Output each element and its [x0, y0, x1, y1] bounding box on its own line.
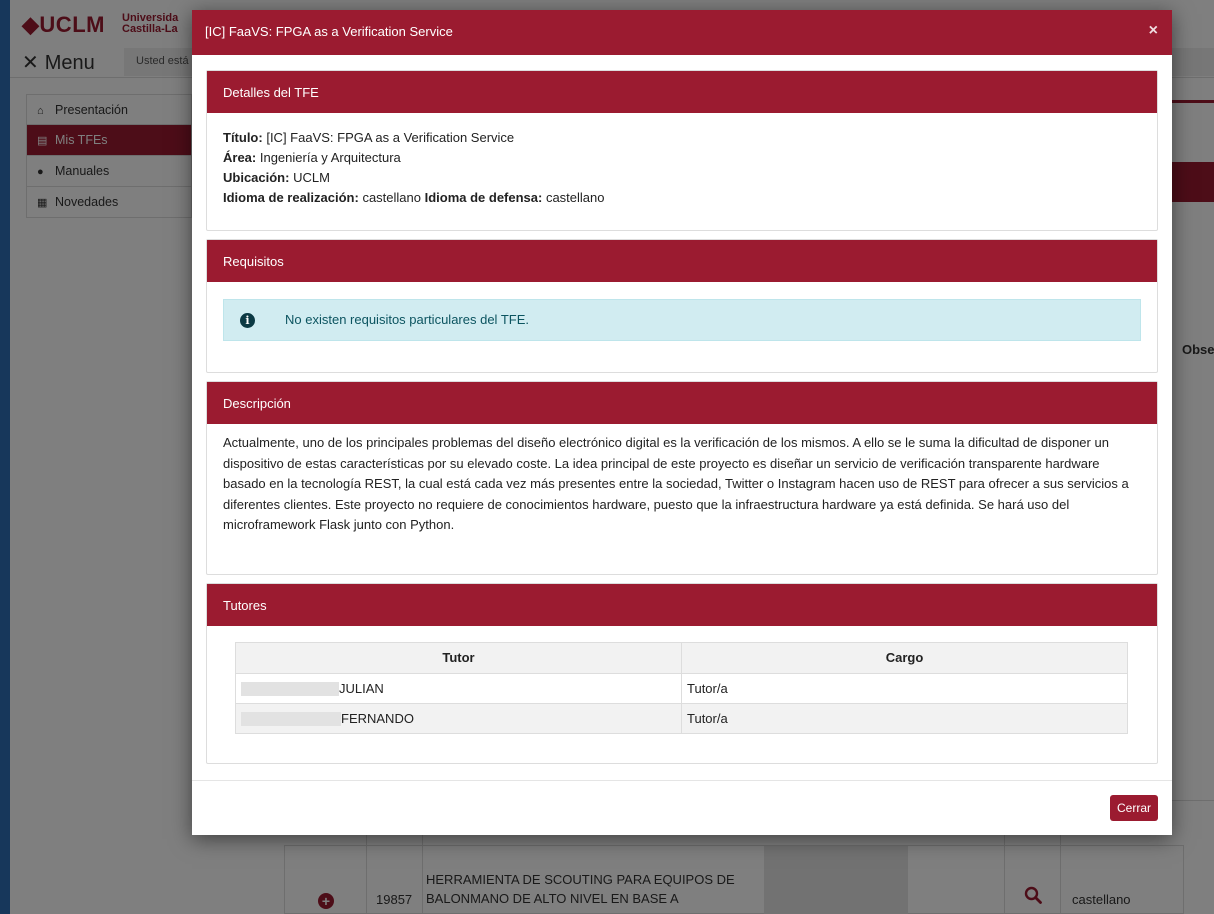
details-heading: Detalles del TFE [207, 71, 1157, 113]
tutores-table: Tutor Cargo JULIAN Tutor/a FERNANDO Tuto… [235, 642, 1128, 734]
modal-footer: Cerrar [192, 780, 1172, 835]
redacted-name [241, 682, 339, 697]
cargo-cell: Tutor/a [681, 703, 1128, 734]
info-alert: i No existen requisitos particulares del… [223, 299, 1141, 341]
modal-body: Detalles del TFE Título: [IC] FaaVS: FPG… [192, 55, 1172, 787]
tutores-panel: Tutores Tutor Cargo JULIAN Tutor/a FERNA… [206, 583, 1158, 764]
detail-ubicacion: Ubicación: UCLM [223, 168, 1141, 188]
requisitos-body: i No existen requisitos particulares del… [207, 282, 1157, 364]
requisitos-panel: Requisitos i No existen requisitos parti… [206, 239, 1158, 373]
ubicacion-label: Ubicación: [223, 170, 290, 185]
column-header-cargo[interactable]: Cargo [681, 642, 1128, 674]
details-body: Título: [IC] FaaVS: FPGA as a Verificati… [207, 113, 1157, 222]
titulo-label: Título: [223, 130, 263, 145]
tutor-cell: FERNANDO [235, 703, 682, 734]
titulo-value: [IC] FaaVS: FPGA as a Verification Servi… [262, 130, 515, 145]
close-button[interactable]: Cerrar [1109, 795, 1158, 821]
detail-idiomas: Idioma de realización: castellano Idioma… [223, 188, 1141, 208]
descripcion-text: Actualmente, uno de los principales prob… [223, 435, 1129, 533]
table-row: FERNANDO Tutor/a [235, 703, 1128, 734]
idioma-realizacion-label: Idioma de realización: [223, 190, 359, 205]
modal-title: [IC] FaaVS: FPGA as a Verification Servi… [205, 24, 453, 39]
table-row: JULIAN Tutor/a [235, 673, 1128, 704]
column-header-tutor[interactable]: Tutor [235, 642, 682, 674]
requisitos-heading: Requisitos [207, 240, 1157, 282]
descripcion-heading: Descripción [207, 382, 1157, 424]
info-circle-icon: i [240, 312, 255, 328]
tutor-name: JULIAN [339, 680, 384, 696]
tutor-cell: JULIAN [235, 673, 682, 704]
cargo-cell: Tutor/a [681, 673, 1128, 704]
area-value: Ingeniería y Arquitectura [256, 150, 401, 165]
idioma-defensa-label: Idioma de defensa: [424, 190, 543, 205]
redacted-name [241, 712, 341, 727]
area-label: Área: [223, 150, 257, 165]
ubicacion-value: UCLM [289, 170, 330, 185]
modal-header: [IC] FaaVS: FPGA as a Verification Servi… [192, 10, 1172, 55]
tutores-body: Tutor Cargo JULIAN Tutor/a FERNANDO Tuto… [207, 626, 1157, 758]
tutor-name: FERNANDO [341, 710, 414, 726]
descripcion-panel: Descripción Actualmente, uno de los prin… [206, 381, 1158, 575]
tfe-detail-modal: [IC] FaaVS: FPGA as a Verification Servi… [192, 10, 1172, 835]
tutores-heading: Tutores [207, 584, 1157, 626]
details-panel: Detalles del TFE Título: [IC] FaaVS: FPG… [206, 70, 1158, 231]
close-icon[interactable]: × [1149, 23, 1158, 39]
detail-area: Área: Ingeniería y Arquitectura [223, 148, 1141, 168]
detail-titulo: Título: [IC] FaaVS: FPGA as a Verificati… [223, 128, 1141, 148]
idioma-defensa-value: castellano [542, 190, 605, 205]
alert-text: No existen requisitos particulares del T… [285, 312, 529, 327]
table-header-row: Tutor Cargo [235, 642, 1128, 674]
idioma-realizacion-value: castellano [358, 190, 425, 205]
